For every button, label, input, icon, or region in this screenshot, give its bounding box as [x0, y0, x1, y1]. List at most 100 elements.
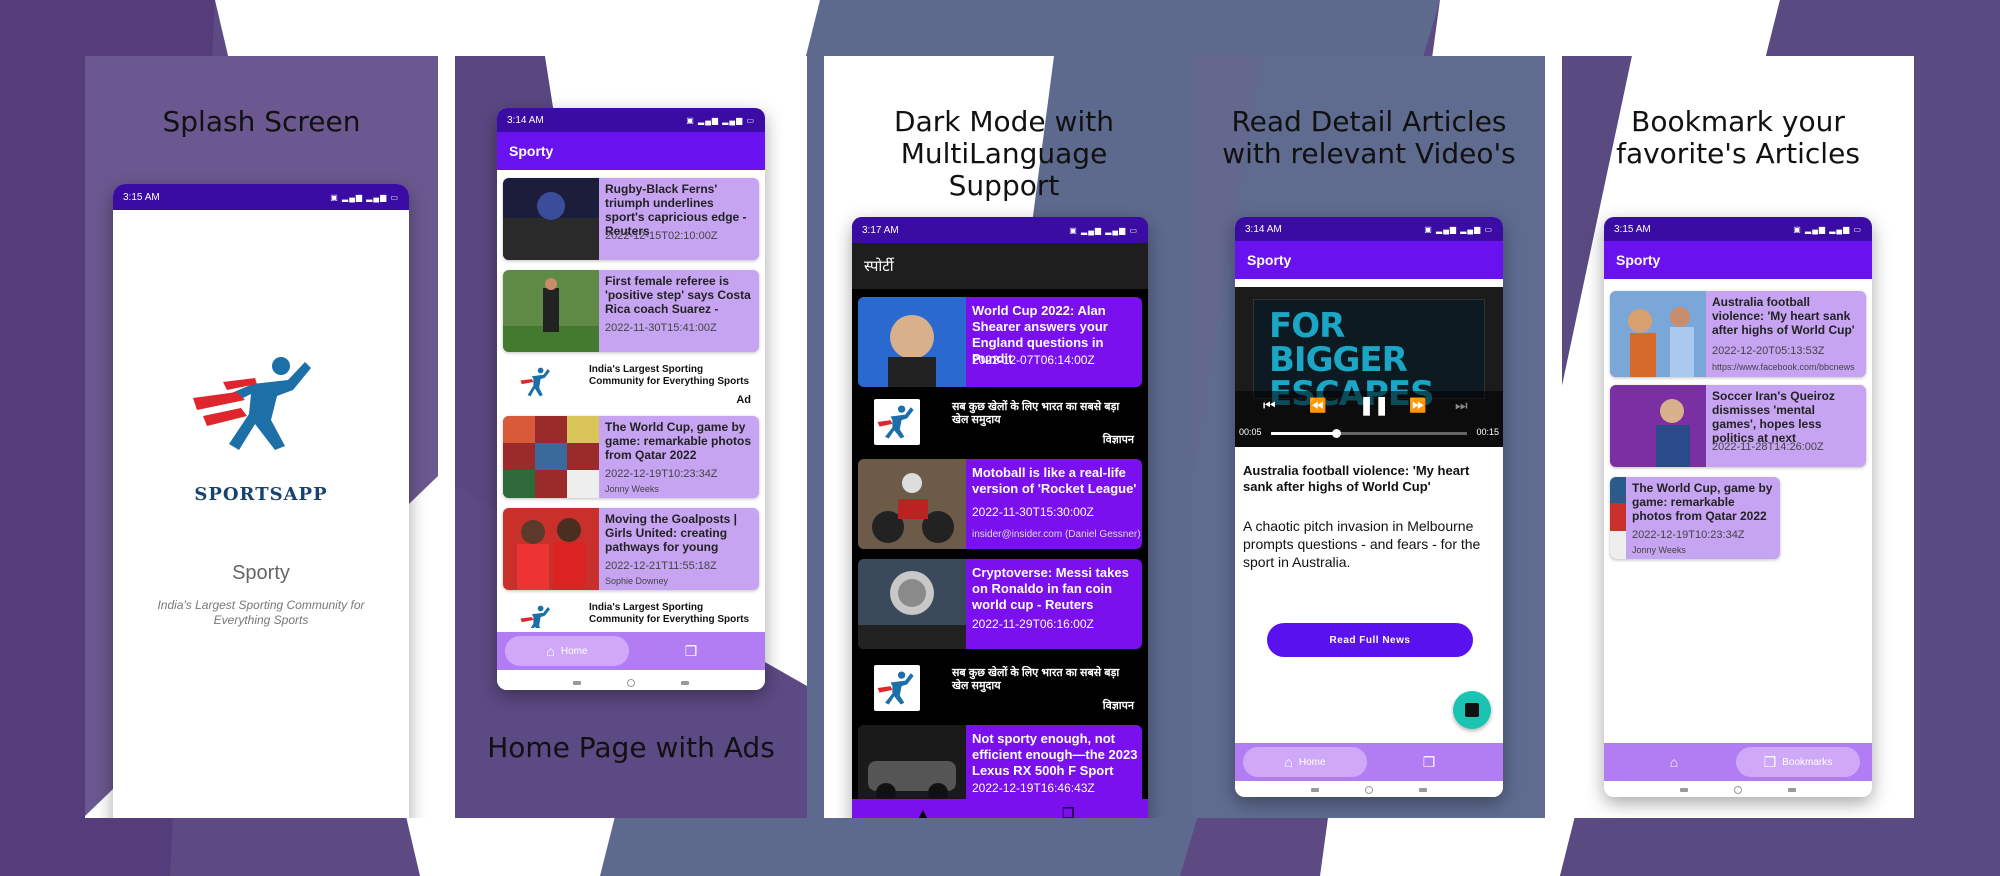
pause-icon[interactable]: ❚❚ [1359, 395, 1389, 416]
news-title: Not sporty enough, not efficient enough—… [972, 731, 1138, 778]
logo-wordmark: SPORTSAPP [194, 484, 328, 505]
news-thumbnail [858, 459, 966, 549]
news-title: The World Cup, game by game: remarkable … [1632, 481, 1773, 523]
panel-caption: Home Page with Ads [487, 731, 775, 764]
news-date: 2022-12-15T02:10:00Z [605, 230, 718, 242]
news-source: insider@insider.com (Daniel Gessner) [972, 529, 1140, 540]
news-title: The World Cup, game by game: remarkable … [605, 420, 752, 462]
news-date: 2022-12-19T16:46:43Z [972, 781, 1095, 795]
news-card[interactable]: World Cup 2022: Alan Shearer answers you… [858, 297, 1142, 387]
news-thumbnail [503, 508, 599, 590]
nav-bookmarks[interactable]: ❒ Bookmarks [1736, 747, 1860, 777]
status-icons: ▣ ▂▄▆ ▂▄▆ ▭ [1793, 224, 1862, 234]
seek-bar[interactable] [1271, 429, 1467, 438]
status-time: 3:15 AM [1614, 223, 1651, 235]
news-date: 2022-11-30T15:30:00Z [972, 505, 1094, 519]
bottom-nav: ⌂ Home ❒ [1235, 743, 1503, 781]
status-time: 3:14 AM [1245, 223, 1282, 235]
phone-bookmarks: 3:15 AM ▣ ▂▄▆ ▂▄▆ ▭ Sporty Australia foo… [1604, 217, 1872, 797]
news-thumbnail [503, 178, 599, 260]
news-card[interactable]: First female referee is 'positive step' … [503, 270, 759, 352]
ad-banner[interactable]: India's Largest Sporting Community for E… [503, 598, 759, 628]
news-source: https://www.facebook.com/bbcnews [1712, 362, 1855, 372]
home-icon: ⌂ [546, 643, 555, 659]
nav-home[interactable]: ⌂ Home [1243, 747, 1367, 777]
news-title: Soccer Iran's Queiroz dismisses 'mental … [1712, 389, 1835, 445]
home-icon: ⌂ [1284, 754, 1293, 770]
status-time: 3:17 AM [862, 224, 899, 236]
seek-thumb[interactable] [1331, 429, 1341, 438]
status-icons: ▣ ▂▄▆ ▂▄▆ ▭ [686, 115, 755, 125]
news-thumbnail [858, 559, 966, 649]
ad-banner[interactable]: सब कुछ खेलों के लिए भारत का सबसे बड़ा खे… [858, 393, 1142, 451]
time-elapsed: 00:05 [1239, 427, 1262, 437]
ad-text: सब कुछ खेलों के लिए भारत का सबसे बड़ा खे… [952, 667, 1120, 692]
news-thumbnail [1610, 477, 1626, 559]
tagline: India's Largest Sporting Community for E… [157, 598, 365, 627]
sportsapp-ad-logo-icon [520, 367, 550, 397]
app-bar: Sporty [1235, 241, 1503, 279]
bookmark-card[interactable]: The World Cup, game by game: remarkable … [1610, 477, 1780, 559]
ad-text: सब कुछ खेलों के लिए भारत का सबसे बड़ा खे… [952, 401, 1120, 426]
news-source: Sophie Downey [605, 576, 669, 586]
sportsapp-ad-logo-icon [520, 605, 550, 628]
bookmark-card[interactable]: Soccer Iran's Queiroz dismisses 'mental … [1610, 385, 1866, 467]
nav-bookmarks-label: Bookmarks [1782, 756, 1833, 768]
panel-bookmarks: Bookmark your favorite's Articles 3:15 A… [1562, 56, 1914, 818]
status-bar: 3:15 AM ▣ ▂▄▆ ▂▄▆ ▭ [1604, 217, 1872, 241]
panel-detail: Read Detail Articles with relevant Video… [1193, 56, 1545, 818]
news-date: 2022-12-19T10:23:34Z [605, 468, 718, 480]
seek-progress [1271, 432, 1336, 435]
bookmark-icon: ❒ [1422, 753, 1436, 770]
news-card[interactable]: Motoball is like a real-life version of … [858, 459, 1142, 549]
news-date: 2022-12-20T05:13:53Z [1712, 345, 1825, 357]
rewind-icon[interactable]: ⏪ [1309, 397, 1326, 414]
news-title: Motoball is like a real-life version of … [972, 465, 1137, 496]
news-source: Jonny Weeks [605, 484, 659, 494]
system-nav [1235, 783, 1503, 797]
bookmark-icon: ❒ [1763, 753, 1777, 770]
nav-home[interactable]: ⌂ Home [505, 636, 629, 666]
read-full-news-button[interactable]: Read Full News [1267, 623, 1473, 657]
fast-forward-icon[interactable]: ⏩ [1409, 397, 1426, 414]
nav-bookmarks[interactable]: ❒ [629, 636, 753, 666]
news-card[interactable]: Moving the Goalposts | Girls United: cre… [503, 508, 759, 590]
news-card[interactable]: Rugby-Black Ferns' triumph underlines sp… [503, 178, 759, 260]
home-icon[interactable]: ▲ [916, 805, 930, 818]
news-thumbnail [1610, 385, 1706, 467]
ad-tag: विज्ञापन [1102, 434, 1134, 446]
system-nav [497, 676, 765, 690]
sportsapp-ad-logo-icon [874, 665, 920, 711]
nav-bookmarks[interactable]: ❒ [1367, 747, 1491, 777]
ad-banner[interactable]: सब कुछ खेलों के लिए भारत का सबसे बड़ा खे… [858, 659, 1142, 717]
bookmark-card[interactable]: Australia football violence: 'My heart s… [1610, 291, 1866, 377]
ad-tag: विज्ञापन [1102, 700, 1134, 712]
save-fab[interactable] [1453, 691, 1491, 729]
skip-next-icon[interactable]: ⏭ [1455, 397, 1468, 414]
home-icon: ⌂ [1669, 754, 1679, 770]
news-title: Australia football violence: 'My heart s… [1712, 295, 1855, 337]
phone-home: 3:14 AM ▣ ▂▄▆ ▂▄▆ ▭ Sporty Rugby-Black F… [497, 108, 765, 690]
news-date: 2022-12-07T06:14:00Z [972, 353, 1095, 367]
app-name: Sporty [232, 562, 290, 584]
news-thumbnail [503, 416, 599, 498]
news-thumbnail [1610, 291, 1706, 377]
skip-previous-icon[interactable]: ⏮ [1263, 397, 1276, 414]
sportsapp-ad-logo-icon [874, 399, 920, 445]
status-time: 3:15 AM [123, 191, 160, 203]
news-thumbnail [503, 270, 599, 352]
status-icons: ▣ ▂▄▆ ▂▄▆ ▭ [1424, 224, 1493, 234]
nav-home-label: Home [560, 645, 588, 657]
panel-caption: Read Detail Articles with relevant Video… [1222, 105, 1516, 170]
news-date: 2022-12-19T10:23:34Z [1632, 529, 1745, 541]
bookmark-icon[interactable]: ❒ [1062, 805, 1075, 818]
video-player[interactable]: FOR BIGGER ESCAPES ⏮ ⏪ ❚❚ ⏩ ⏭ 00:05 00:1… [1235, 287, 1503, 447]
nav-home[interactable]: ⌂ [1612, 747, 1736, 777]
ad-banner[interactable]: India's Largest Sporting Community for E… [503, 360, 759, 406]
status-bar: 3:17 AM ▣ ▂▄▆ ▂▄▆ ▭ [852, 217, 1148, 243]
news-card[interactable]: Cryptoverse: Messi takes on Ronaldo in f… [858, 559, 1142, 649]
status-icons: ▣ ▂▄▆ ▂▄▆ ▭ [330, 192, 399, 202]
news-date: 2022-12-21T11:55:18Z [605, 560, 717, 572]
app-bar: Sporty [1604, 241, 1872, 279]
news-card[interactable]: The World Cup, game by game: remarkable … [503, 416, 759, 498]
